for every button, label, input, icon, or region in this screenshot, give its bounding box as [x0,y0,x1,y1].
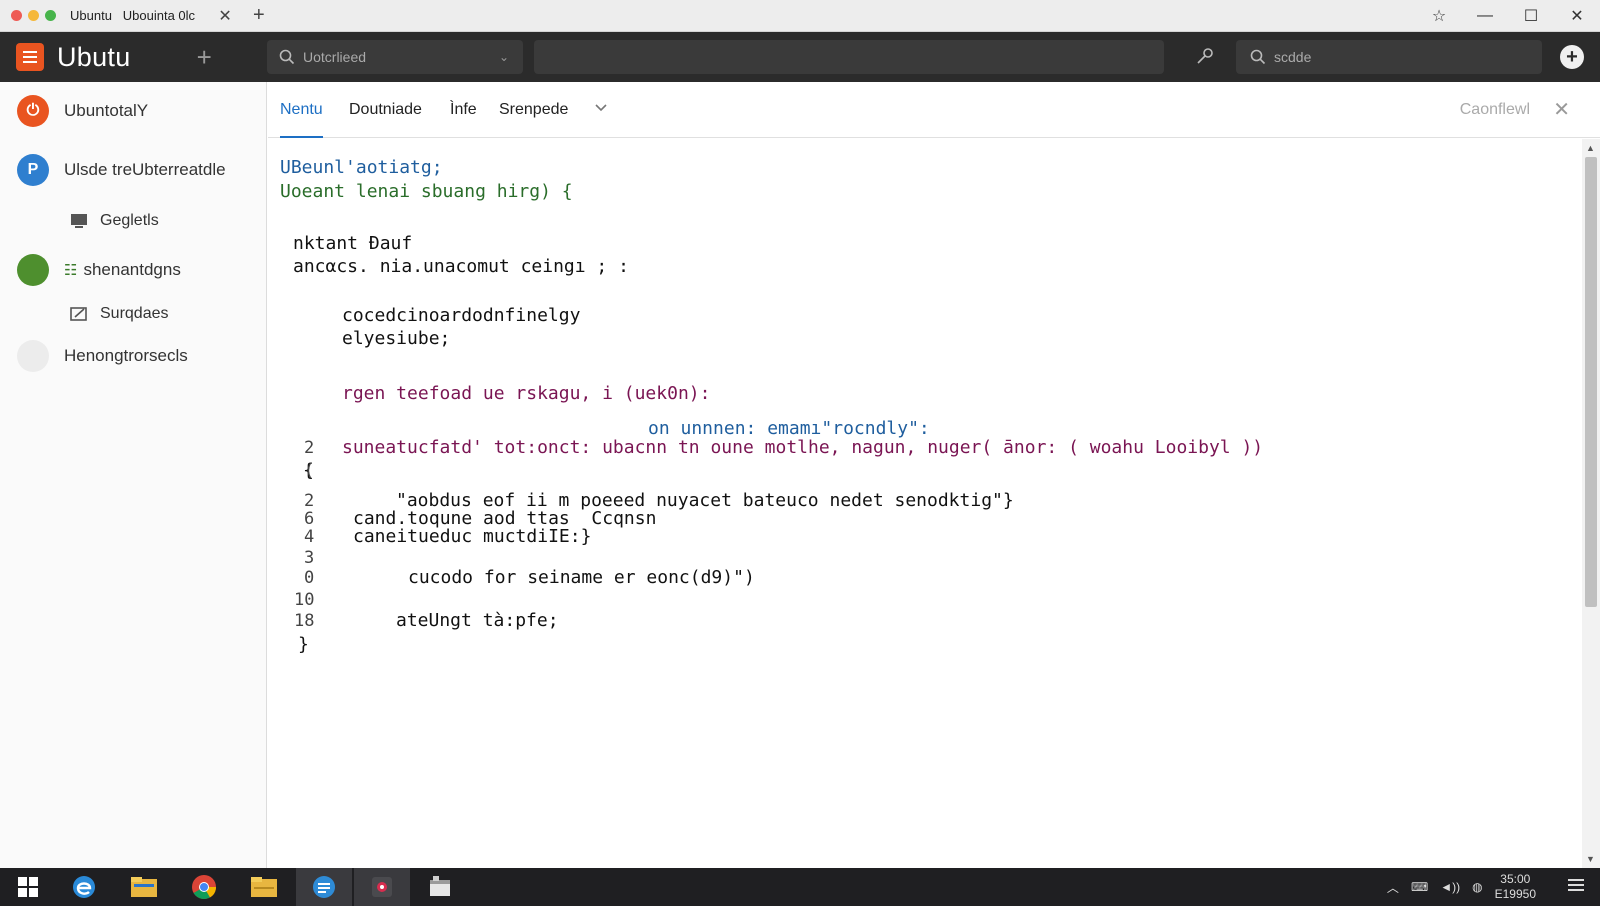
clock-date: E19950 [1494,887,1536,901]
app-icon-record[interactable] [354,868,410,906]
chevron-down-icon: ⌄ [498,50,509,64]
chevron-up-icon[interactable]: ︿ [1387,879,1399,896]
code-line: ancαcs. nia.unacomut ceingı ; : [293,256,629,277]
search-dropdown[interactable]: Uotcrlieed ⌄ [267,40,523,74]
traffic-lights [11,10,56,21]
code-line: rgen teefoad ue rskagu, i (uek0n): [342,383,711,404]
line-number: ( [304,461,315,481]
app-header: Ubutu + Uotcrlieed ⌄ scdde + [0,32,1600,82]
browser-tab-title[interactable]: Ubuntu Ubouinta 0lc [70,8,195,23]
edit-icon [70,306,88,322]
taskbar: ︿ ⌨ ◄)) ◍ 35:00 E19950 [0,868,1600,906]
line-number: 18 [294,611,315,631]
sidebar-item-label: Henongtrorsecls [64,346,188,365]
code-line: cocedcinoardodnfinelgy [342,305,581,326]
search-icon [279,49,295,65]
add-icon[interactable]: + [197,42,212,73]
add-circle-icon[interactable]: + [1560,45,1584,69]
code-line: elyesiube; [342,328,451,349]
tab-doutniade[interactable]: Doutniade [349,82,422,138]
minimize-icon[interactable]: — [1462,7,1508,25]
line-number: 0 [304,568,315,588]
sidebar-item-label: Gegletls [100,212,159,229]
scroll-down-icon[interactable]: ▼ [1586,854,1595,864]
code-line: suneatucfatd' tot:onct: ubacnn tn oune m… [342,437,1264,458]
tab-infe[interactable]: Ìnfe [450,82,477,138]
clock-time: 35:00 [1500,872,1531,886]
tab-srenpede[interactable]: Srenpede [499,82,568,138]
line-number: 4 [304,527,315,547]
grid-icon: ☷ [64,262,78,279]
sidebar-item-label: Surqdaes [100,305,169,322]
sidebar-subitem-gegletls[interactable]: Gegletls [70,206,159,236]
sidebar-subitem-surqdaes[interactable]: Surqdaes [70,299,169,329]
code-line: } [298,634,309,655]
keyboard-icon[interactable]: ⌨ [1411,880,1428,894]
code-line: ateUngt tà:pfe; [396,610,559,631]
code-line: UBeunl'aotiatg; [280,157,443,178]
vertical-scrollbar[interactable]: ▲ ▼ [1582,139,1600,868]
edge-icon[interactable] [56,868,112,906]
file-explorer-icon[interactable] [116,868,172,906]
tab-nentu[interactable]: Nentu [280,82,323,138]
window-titlebar: Ubuntu Ubouinta 0lc ✕ + ☆ — ☐ ✕ [0,0,1600,32]
sidebar-item-label: UbuntotalY [64,101,149,120]
sidebar-item-label: shenantdgns [83,260,181,279]
clock[interactable]: 35:00 E19950 [1495,872,1536,902]
chevron-down-icon[interactable] [593,99,611,119]
blank-circle-icon [17,340,49,372]
line-number: 2 [304,438,315,458]
code-line: Uoeant lenai sbuang hirg) { [280,181,573,202]
key-icon[interactable] [1195,46,1215,66]
search-icon [1250,49,1266,65]
code-editor[interactable]: UBeunl'aotiatg; Uoeant lenai sbuang hirg… [268,139,1582,868]
maximize-dot-icon[interactable] [45,10,56,21]
code-line: cucodo for seiname er eonc(d9)") [408,567,755,588]
windows-start-icon[interactable] [0,868,56,906]
p-icon: P [17,154,49,186]
scrollbar-thumb[interactable] [1585,157,1597,607]
new-tab-icon[interactable]: + [253,4,265,27]
speaker-icon[interactable]: ◄)) [1440,880,1460,894]
line-number: 10 [294,590,315,610]
tabs-row: Nentu Doutniade Ìnfe Srenpede Caonflewl … [268,82,1600,138]
sidebar-item-ubuntotaly[interactable]: ⏻ UbuntotalY [0,91,148,131]
search-input[interactable]: scdde [1236,40,1542,74]
sidebar: ⏻ UbuntotalY P Ulsde treUbterreatdle Geg… [0,82,267,868]
chrome-icon[interactable] [176,868,232,906]
app-icon-window[interactable] [412,868,468,906]
address-bar[interactable] [534,40,1164,74]
sidebar-item-label: Ulsde treUbterreatdle [64,160,226,179]
power-icon: ⏻ [17,95,49,127]
minimize-dot-icon[interactable] [28,10,39,21]
search-value: Uotcrlieed [303,49,367,65]
code-line: caneitueduc muctdiIE:} [353,526,592,547]
app-name: Ubutu [57,41,131,72]
scroll-up-icon[interactable]: ▲ [1586,143,1595,153]
close-window-icon[interactable]: ✕ [1554,6,1600,26]
window-controls: ☆ — ☐ ✕ [1416,0,1600,32]
app-logo-icon[interactable] [16,43,44,71]
sidebar-item-henongtrorsecls[interactable]: Henongtrorsecls [0,336,188,376]
monitor-icon [70,213,88,229]
close-icon[interactable]: ✕ [1553,82,1570,138]
notifications-icon[interactable] [1566,877,1586,898]
network-icon[interactable]: ◍ [1472,880,1482,894]
tab-right-label[interactable]: Caonflewl [1460,82,1530,138]
code-line: nktant Ðauf [293,233,413,254]
maximize-icon[interactable]: ☐ [1508,6,1554,26]
sidebar-item-shenantdgns[interactable]: ☷ shenantdgns [0,250,181,290]
search-right-value: scdde [1274,49,1312,65]
system-tray: ︿ ⌨ ◄)) ◍ 35:00 E19950 [1387,868,1600,906]
folder-icon[interactable] [236,868,292,906]
green-circle-icon [17,254,49,286]
sidebar-item-ulsde[interactable]: P Ulsde treUbterreatdle [0,150,226,190]
close-tab-icon[interactable]: ✕ [215,6,235,26]
pin-icon[interactable]: ☆ [1416,6,1462,26]
app-icon-blue[interactable] [296,868,352,906]
line-number: 3 [304,548,315,568]
close-dot-icon[interactable] [11,10,22,21]
